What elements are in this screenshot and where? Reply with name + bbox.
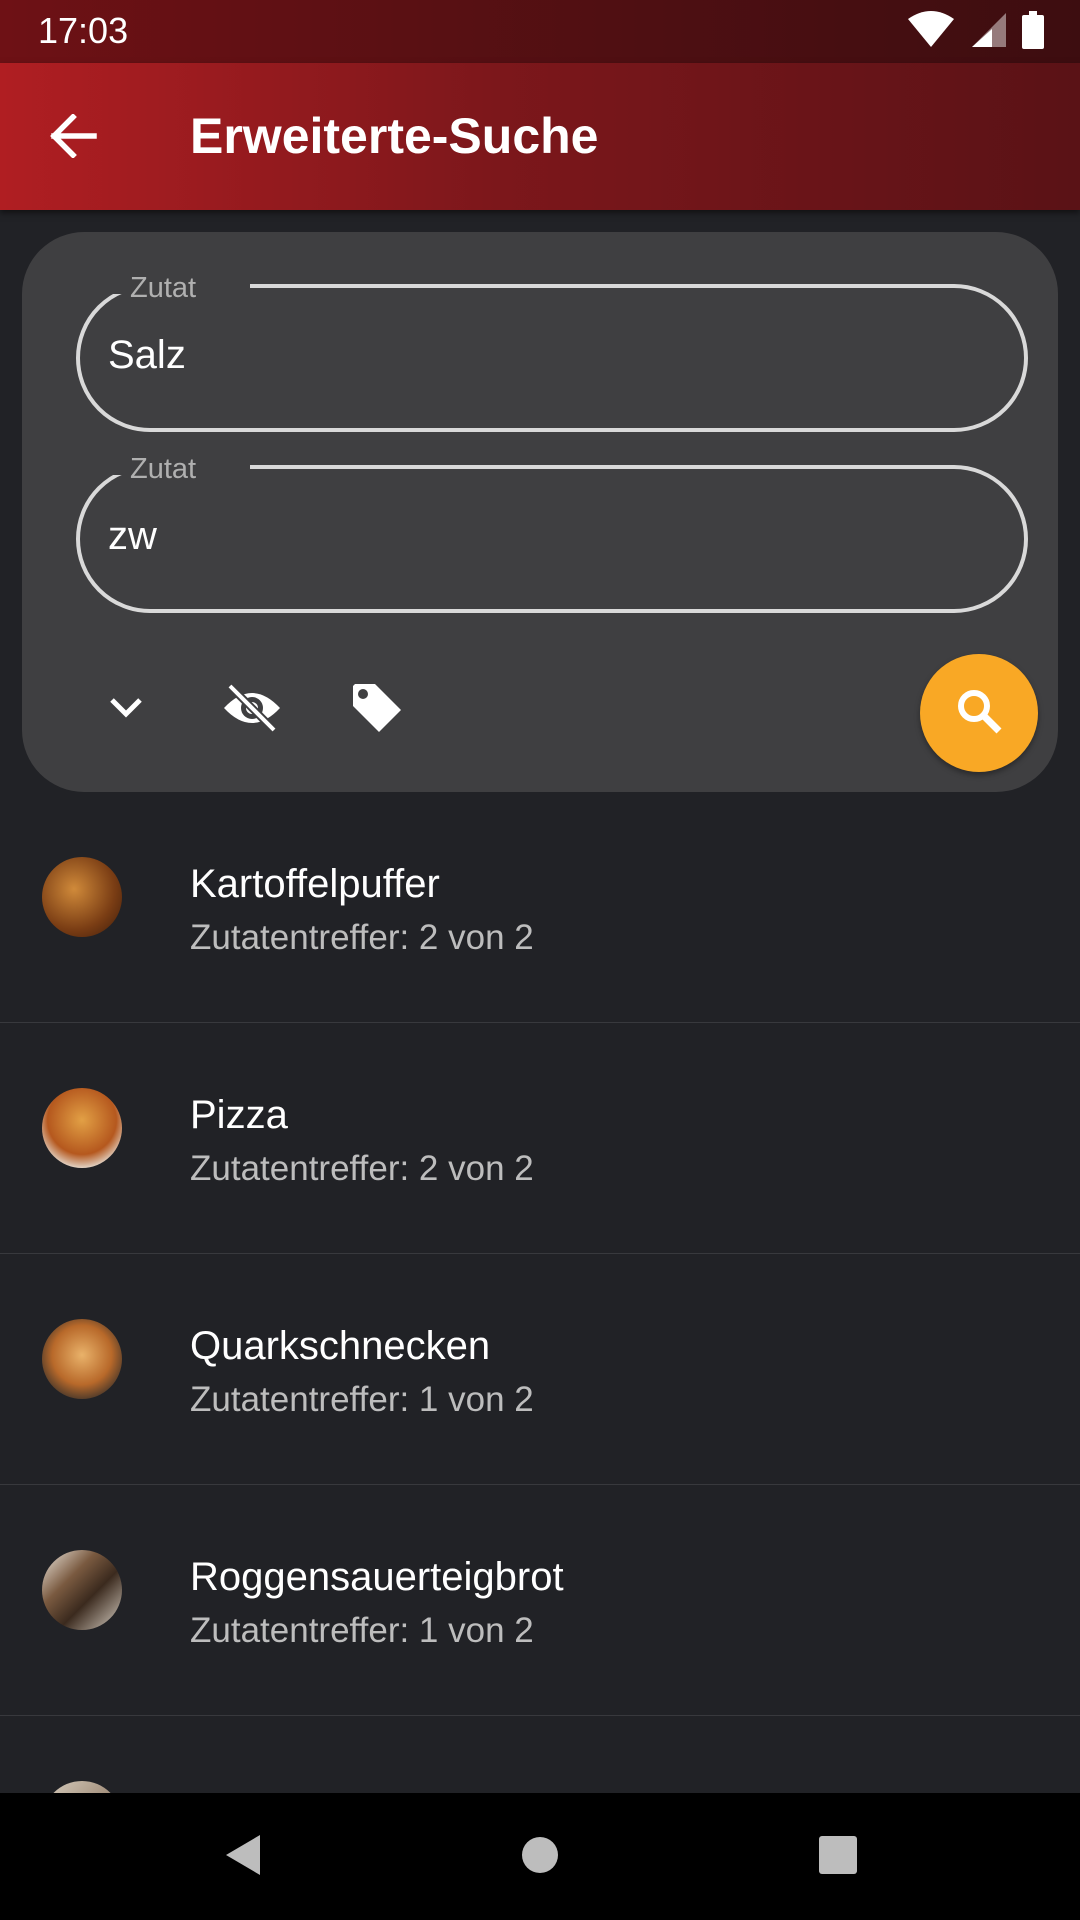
visibility-toggle-button[interactable] xyxy=(212,670,292,750)
tag-filter-button[interactable] xyxy=(337,670,417,750)
match-count: Zutatentreffer: 1 von 2 xyxy=(190,1611,534,1650)
field-value[interactable]: zw xyxy=(108,514,157,559)
app-bar: Erweiterte-Suche xyxy=(0,63,1080,210)
field-label: Zutat xyxy=(130,272,197,304)
list-item-partial[interactable] xyxy=(0,1716,1080,1793)
visibility-off-icon xyxy=(222,682,282,739)
recipe-thumbnail xyxy=(42,1781,122,1793)
search-icon xyxy=(954,686,1004,741)
results-list: Kartoffelpuffer Zutatentreffer: 2 von 2 … xyxy=(0,792,1080,1793)
recipe-title: Roggensauerteigbrot xyxy=(190,1555,564,1599)
tag-icon xyxy=(349,680,405,741)
page-title: Erweiterte-Suche xyxy=(190,108,599,164)
expand-button[interactable] xyxy=(86,670,166,750)
status-time: 17:03 xyxy=(38,10,129,51)
signal-icon xyxy=(970,11,1008,54)
ingredient-field-1[interactable]: Zutat Salz xyxy=(76,272,1028,432)
status-icons xyxy=(906,10,1044,54)
list-item[interactable]: Kartoffelpuffer Zutatentreffer: 2 von 2 xyxy=(0,792,1080,1023)
navigation-bar xyxy=(0,1793,1080,1920)
wifi-icon xyxy=(906,10,956,54)
recipe-title: Quarkschnecken xyxy=(190,1324,491,1368)
nav-home-button[interactable] xyxy=(512,1829,568,1885)
match-count: Zutatentreffer: 1 von 2 xyxy=(190,1380,534,1419)
back-triangle-icon xyxy=(220,1831,264,1884)
list-item[interactable]: Pizza Zutatentreffer: 2 von 2 xyxy=(0,1023,1080,1254)
status-bar: 17:03 xyxy=(0,0,1080,63)
field-value[interactable]: Salz xyxy=(108,333,186,378)
back-button[interactable] xyxy=(38,103,108,173)
home-circle-icon xyxy=(520,1835,560,1880)
ingredient-field-2[interactable]: Zutat zw xyxy=(76,453,1028,613)
list-item[interactable]: Quarkschnecken Zutatentreffer: 1 von 2 xyxy=(0,1254,1080,1485)
search-card: Zutat Salz Zutat zw xyxy=(22,232,1058,792)
recipe-thumbnail xyxy=(42,1088,122,1168)
list-item[interactable]: Roggensauerteigbrot Zutatentreffer: 1 vo… xyxy=(0,1485,1080,1716)
match-count: Zutatentreffer: 2 von 2 xyxy=(190,918,534,957)
recents-square-icon xyxy=(818,1835,858,1880)
match-count: Zutatentreffer: 2 von 2 xyxy=(190,1149,534,1188)
chevron-down-icon xyxy=(108,696,144,725)
arrow-back-icon xyxy=(49,112,97,163)
recipe-thumbnail xyxy=(42,1319,122,1399)
recipe-thumbnail xyxy=(42,857,122,937)
nav-back-button[interactable] xyxy=(214,1829,270,1885)
field-label: Zutat xyxy=(130,453,197,485)
search-button[interactable] xyxy=(920,654,1038,772)
recipe-title: Kartoffelpuffer xyxy=(190,862,440,906)
recipe-thumbnail xyxy=(42,1550,122,1630)
recipe-title: Pizza xyxy=(190,1093,288,1137)
battery-icon xyxy=(1022,10,1044,54)
nav-recents-button[interactable] xyxy=(810,1829,866,1885)
